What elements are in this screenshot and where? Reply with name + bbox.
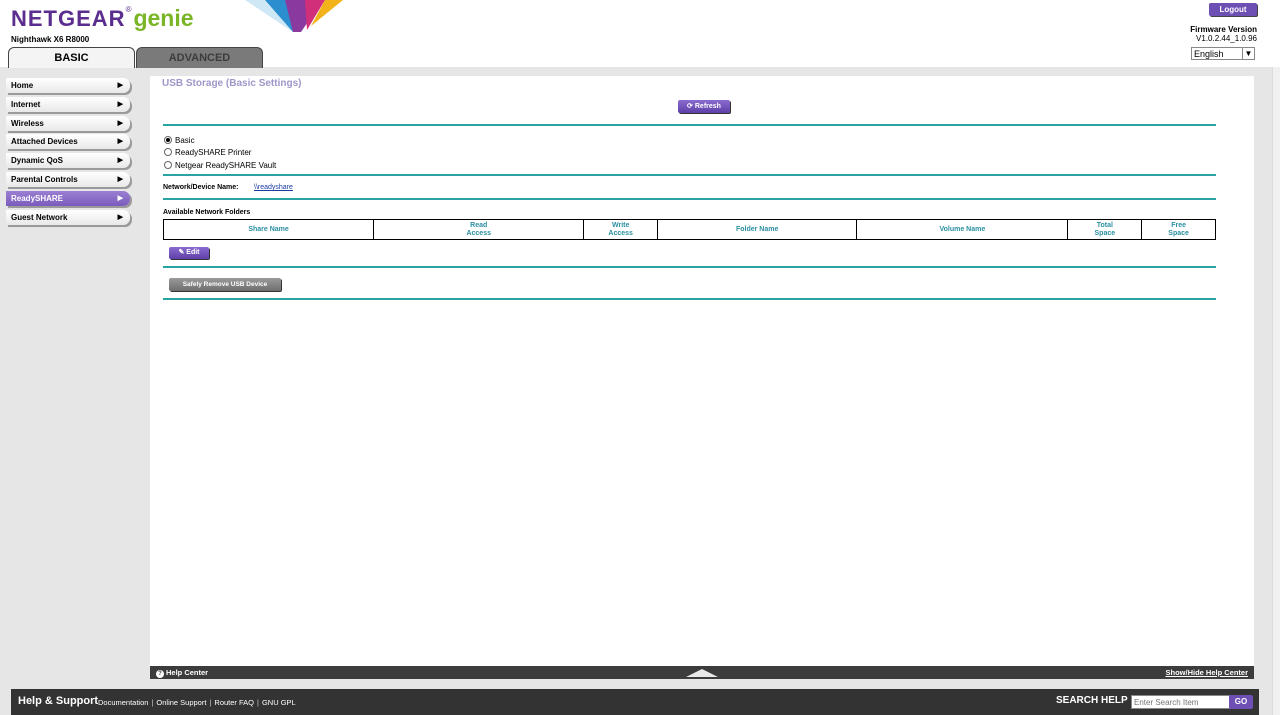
sidebar-item-attached-devices[interactable]: Attached Devices ▶	[6, 134, 130, 150]
sidebar-item-wireless[interactable]: Wireless ▶	[6, 115, 130, 131]
search-help-input[interactable]	[1131, 695, 1231, 709]
divider	[163, 174, 1216, 176]
divider	[163, 124, 1216, 126]
column-header-write-access: Write Access	[583, 219, 659, 240]
mode-radio-readyshare-vault[interactable]: Netgear ReadySHARE Vault	[164, 161, 276, 170]
help-center-toggle[interactable]: ? Help Center	[156, 666, 208, 679]
header: NETGEAR®genie Nighthawk X6 R8000 BASIC A…	[0, 0, 1280, 68]
refresh-icon: ⟳	[687, 103, 693, 110]
footer-link-gnu-gpl[interactable]: GNU GPL	[262, 698, 296, 707]
mode-radio-basic[interactable]: Basic	[164, 136, 195, 145]
triangle-right-icon: ▶	[117, 157, 123, 165]
mode-radio-readyshare-printer[interactable]: ReadySHARE Printer	[164, 148, 251, 157]
brand-netgear: NETGEAR	[11, 6, 126, 31]
refresh-button-label: Refresh	[694, 103, 721, 110]
divider	[163, 198, 1216, 200]
scrollbar[interactable]	[1272, 0, 1280, 715]
sidebar-item-parental-controls[interactable]: Parental Controls ▶	[6, 171, 130, 187]
radio-checked-icon[interactable]	[164, 136, 172, 144]
column-header-volume-name: Volume Name	[856, 219, 1069, 240]
sidebar-item-home[interactable]: Home ▶	[6, 78, 130, 93]
brand-genie: genie	[133, 5, 194, 31]
triangle-right-icon: ▶	[117, 82, 123, 89]
sidebar-item-readyshare[interactable]: ReadySHARE ▶	[6, 190, 130, 206]
footer-link-documentation[interactable]: Documentation	[98, 698, 148, 707]
network-device-name-link[interactable]: \\readyshare	[254, 184, 293, 191]
triangle-right-icon: ▶	[117, 119, 123, 127]
language-select[interactable]: English ▼	[1191, 47, 1255, 60]
sidebar-item-internet[interactable]: Internet ▶	[6, 96, 130, 112]
expand-up-icon[interactable]	[686, 669, 718, 677]
sidebar-item-dynamic-qos[interactable]: Dynamic QoS ▶	[6, 153, 130, 169]
brand-registered-mark: ®	[125, 5, 132, 14]
column-header-folder-name: Folder Name	[657, 219, 858, 240]
mode-radio-label: Netgear ReadySHARE Vault	[175, 161, 277, 170]
sidebar-item-label: Dynamic QoS	[11, 156, 64, 166]
edit-button[interactable]: ✎ Edit	[169, 247, 209, 259]
sidebar-item-label: Guest Network	[11, 212, 68, 222]
divider	[163, 298, 1216, 300]
language-select-value: English	[1194, 49, 1224, 59]
network-device-name-label: Network/Device Name:	[163, 184, 239, 191]
footer-link-online-support[interactable]: Online Support	[156, 698, 206, 707]
help-center-label: Help Center	[166, 668, 209, 677]
sidebar-item-guest-network[interactable]: Guest Network ▶	[6, 209, 130, 225]
main-content: USB Storage (Basic Settings) ⟳ Refresh B…	[150, 76, 1254, 666]
logout-button[interactable]: Logout	[1209, 3, 1257, 16]
divider	[163, 266, 1216, 268]
radio-unchecked-icon[interactable]	[164, 161, 172, 169]
column-header-free-space: Free Space	[1141, 219, 1216, 240]
table-header-row: Share Name Read Access Write Access Folder…	[162, 219, 1216, 240]
link-separator: |	[151, 698, 154, 707]
sidebar-item-label: Wireless	[11, 118, 44, 128]
netgear-genie-logo: NETGEAR®genie	[11, 5, 194, 32]
footer-title: Help & Support	[18, 695, 99, 707]
triangle-right-icon: ▶	[117, 213, 123, 221]
sidebar-item-label: Parental Controls	[11, 174, 78, 184]
show-hide-help-link[interactable]: Show/Hide Help Center	[1165, 666, 1248, 679]
page-title: USB Storage (Basic Settings)	[162, 78, 302, 89]
footer-links: Documentation | Online Support | Router FAQ |…	[98, 698, 296, 707]
link-separator: |	[209, 698, 212, 707]
safely-remove-usb-button[interactable]: Safely Remove USB Device	[169, 278, 281, 291]
available-folders-title: Available Network Folders	[163, 209, 251, 216]
mode-radio-label: Basic	[175, 136, 195, 145]
firmware-version-value: V1.0.2.44_1.0.96	[1196, 34, 1257, 43]
triangle-right-icon: ▶	[117, 100, 123, 108]
sidebar-nav: Home ▶ Internet ▶ Wireless ▶ Attached Devic…	[6, 78, 130, 228]
radio-unchecked-icon[interactable]	[164, 148, 172, 156]
triangle-right-icon: ▶	[117, 138, 123, 146]
column-header-total-space: Total Space	[1067, 219, 1143, 240]
tab-basic[interactable]: BASIC	[8, 47, 135, 68]
triangle-right-icon: ▶	[117, 194, 123, 202]
footer-link-router-faq[interactable]: Router FAQ	[214, 698, 254, 707]
column-header-share-name: Share Name	[162, 219, 375, 240]
sidebar-item-label: Attached Devices	[11, 137, 78, 147]
footer: Help & Support Documentation | Online Supp…	[11, 689, 1259, 715]
sidebar-item-label: Home	[11, 81, 34, 90]
search-help-label: SEARCH HELP	[1056, 695, 1128, 706]
firmware-version-label: Firmware Version	[1190, 25, 1257, 34]
network-folders-table: Share Name Read Access Write Access Folder…	[162, 219, 1216, 240]
edit-button-label: Edit	[186, 249, 200, 256]
pencil-icon: ✎	[178, 249, 185, 256]
decorative-banner-graphic	[245, 0, 343, 32]
chevron-down-icon[interactable]: ▼	[1242, 48, 1254, 59]
sidebar-item-label: ReadySHARE	[11, 193, 64, 203]
refresh-button[interactable]: ⟳ Refresh	[678, 100, 730, 113]
mode-radio-label: ReadySHARE Printer	[175, 148, 252, 157]
search-go-button[interactable]: GO	[1229, 695, 1253, 709]
triangle-right-icon: ▶	[117, 175, 123, 183]
question-icon: ?	[156, 670, 164, 678]
sidebar-item-label: Internet	[11, 99, 41, 109]
router-model: Nighthawk X6 R8000	[11, 35, 90, 44]
column-header-read-access: Read Access	[373, 219, 585, 240]
tab-advanced[interactable]: ADVANCED	[136, 47, 263, 68]
help-center-bar: ? Help Center Show/Hide Help Center	[150, 666, 1254, 679]
link-separator: |	[257, 698, 259, 707]
